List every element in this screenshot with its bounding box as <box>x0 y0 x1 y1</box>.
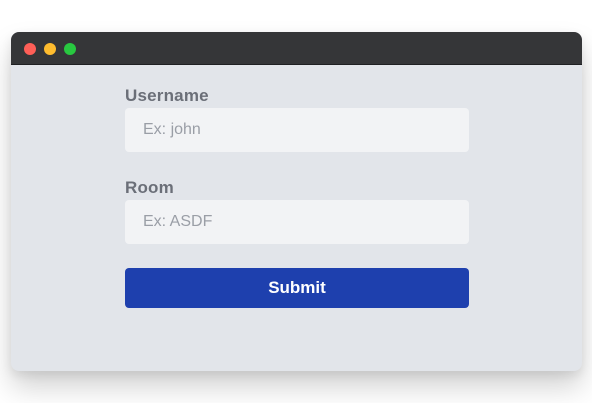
minimize-window-icon[interactable] <box>44 42 56 55</box>
window-titlebar <box>11 32 582 65</box>
close-window-icon[interactable] <box>24 42 36 55</box>
app-window: Username Room Submit <box>11 32 582 371</box>
username-label: Username <box>125 86 209 105</box>
maximize-window-icon[interactable] <box>64 42 76 55</box>
room-label: Room <box>125 178 174 197</box>
username-input[interactable] <box>125 108 469 152</box>
room-input[interactable] <box>125 200 469 244</box>
join-form: Username Room Submit <box>125 85 469 308</box>
submit-button[interactable]: Submit <box>125 268 469 308</box>
